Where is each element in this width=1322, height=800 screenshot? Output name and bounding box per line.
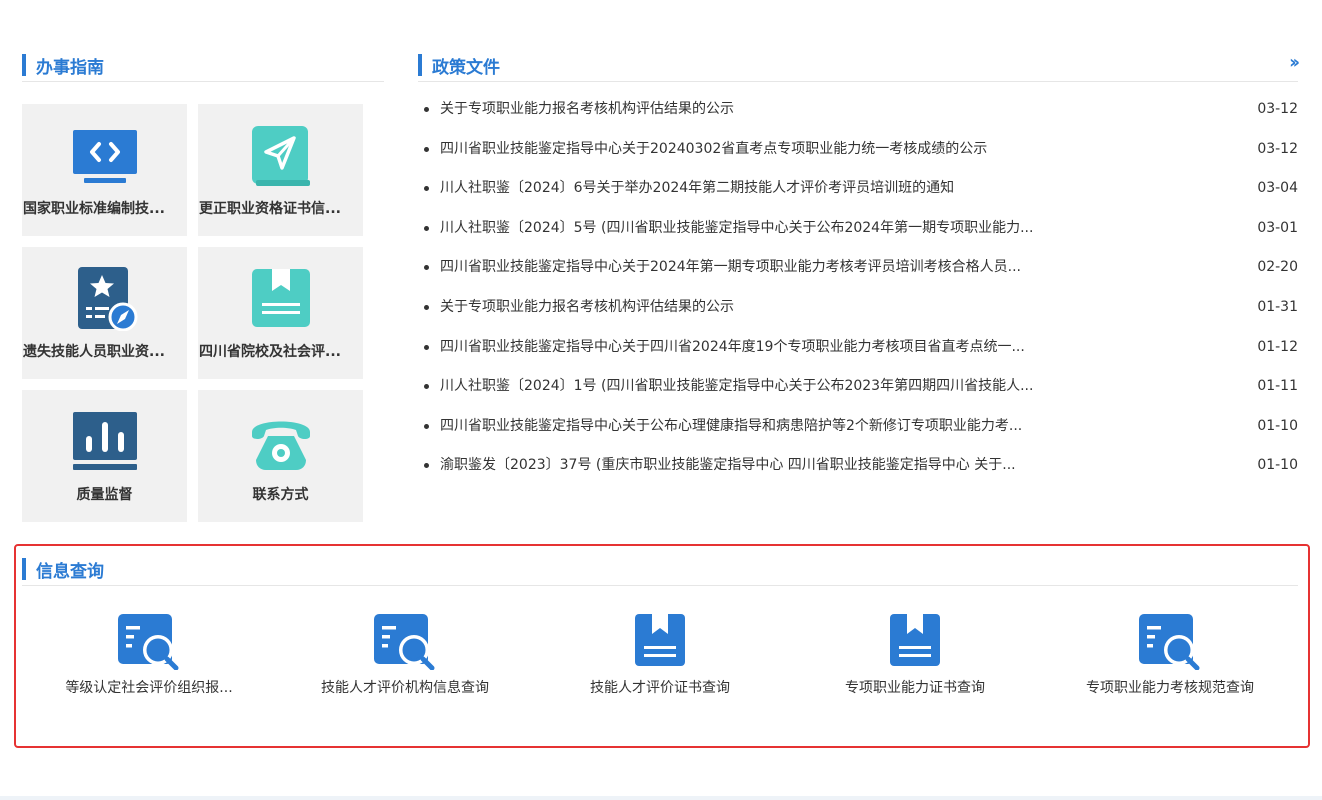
bullet-icon xyxy=(424,225,429,231)
bullet-icon xyxy=(424,107,429,112)
query-item-institution-info[interactable]: 技能人才评价机构信息查询 xyxy=(278,610,532,710)
bookmark-book-icon xyxy=(890,614,940,666)
policy-item-title[interactable]: 川人社职鉴〔2024〕5号 (四川省职业技能鉴定指导中心关于公布2024年第一期… xyxy=(440,209,1090,249)
guide-tile-institutions[interactable]: 四川省院校及社会评... xyxy=(198,247,363,379)
policy-item-date: 03-01 xyxy=(1257,219,1298,236)
policy-list-item[interactable]: 渝职鉴发〔2023〕37号 (重庆市职业技能鉴定指导中心 四川省职业技能鉴定指导… xyxy=(422,446,1300,486)
telephone-icon xyxy=(251,421,310,470)
policy-list-item[interactable]: 四川省职业技能鉴定指导中心关于四川省2024年度19个专项职业能力考核项目省直考… xyxy=(422,328,1300,368)
policy-list-item[interactable]: 四川省职业技能鉴定指导中心关于公布心理健康指导和病患陪护等2个新修订专项职业能力… xyxy=(422,407,1300,447)
title-accent-bar xyxy=(418,54,422,76)
query-item-evaluation-certificate[interactable]: 技能人才评价证书查询 xyxy=(533,610,787,710)
policy-item-date: 01-12 xyxy=(1257,338,1298,355)
tile-label: 四川省院校及社会评... xyxy=(199,344,341,360)
tile-label: 国家职业标准编制技... xyxy=(23,201,165,217)
query-item-label: 等级认定社会评价组织报... xyxy=(65,680,233,696)
bullet-icon xyxy=(424,304,429,310)
query-item-label: 专项职业能力证书查询 xyxy=(845,680,985,696)
document-search-icon xyxy=(1139,614,1200,670)
policy-item-title[interactable]: 四川省职业技能鉴定指导中心关于20240302省直考点专项职业能力统一考核成绩的… xyxy=(440,130,1090,170)
policy-section-title: 政策文件 ›› xyxy=(418,50,1300,82)
bar-chart-icon xyxy=(72,412,137,470)
guide-tile-lost-certificate[interactable]: 遗失技能人员职业资... xyxy=(22,247,187,379)
query-title: 信息查询 xyxy=(36,562,104,582)
policy-item-date: 03-04 xyxy=(1257,180,1298,197)
policy-item-title[interactable]: 关于专项职业能力报名考核机构评估结果的公示 xyxy=(440,90,1090,130)
bullet-icon xyxy=(424,423,429,429)
guide-tile-contact[interactable]: 联系方式 xyxy=(198,390,363,522)
policy-list-item[interactable]: 四川省职业技能鉴定指导中心关于2024年第一期专项职业能力考核考评员培训考核合格… xyxy=(422,248,1300,288)
query-item-assessment-spec[interactable]: 专项职业能力考核规范查询 xyxy=(1043,610,1297,710)
policy-list-item[interactable]: 关于专项职业能力报名考核机构评估结果的公示 03-12 xyxy=(422,90,1300,130)
bullet-icon xyxy=(424,384,429,390)
policy-list: 关于专项职业能力报名考核机构评估结果的公示 03-12 四川省职业技能鉴定指导中心… xyxy=(422,90,1300,486)
policy-item-date: 02-20 xyxy=(1257,259,1298,276)
policy-list-item[interactable]: 四川省职业技能鉴定指导中心关于20240302省直考点专项职业能力统一考核成绩的… xyxy=(422,130,1300,170)
guide-section-title: 办事指南 xyxy=(22,50,384,82)
guide-tile-quality[interactable]: 质量监督 xyxy=(22,390,187,522)
policy-item-date: 01-31 xyxy=(1257,298,1298,315)
tile-label: 更正职业资格证书信... xyxy=(199,201,341,217)
policy-item-title[interactable]: 四川省职业技能鉴定指导中心关于四川省2024年度19个专项职业能力考核项目省直考… xyxy=(440,328,1090,368)
query-item-label: 技能人才评价机构信息查询 xyxy=(321,680,489,696)
policy-item-title[interactable]: 川人社职鉴〔2024〕6号关于举办2024年第二期技能人才评价考评员培训班的通知 xyxy=(440,169,1090,209)
query-item-label: 专项职业能力考核规范查询 xyxy=(1086,680,1254,696)
guide-tile-correct-certificate[interactable]: 更正职业资格证书信... xyxy=(198,104,363,236)
policy-item-title[interactable]: 川人社职鉴〔2024〕1号 (四川省职业技能鉴定指导中心关于公布2023年第四期… xyxy=(440,367,1090,407)
policy-item-title[interactable]: 四川省职业技能鉴定指导中心关于2024年第一期专项职业能力考核考评员培训考核合格… xyxy=(440,248,1090,288)
paper-plane-book-icon xyxy=(251,126,310,186)
title-accent-bar xyxy=(22,558,26,580)
bullet-icon xyxy=(424,186,429,192)
query-item-label: 技能人才评价证书查询 xyxy=(590,680,730,696)
query-section-title: 信息查询 xyxy=(22,554,1298,586)
policy-list-item[interactable]: 川人社职鉴〔2024〕6号关于举办2024年第二期技能人才评价考评员培训班的通知… xyxy=(422,169,1300,209)
tile-label: 质量监督 xyxy=(76,487,133,503)
policy-list-item[interactable]: 川人社职鉴〔2024〕1号 (四川省职业技能鉴定指导中心关于公布2023年第四期… xyxy=(422,367,1300,407)
policy-item-date: 01-10 xyxy=(1257,457,1298,474)
bullet-icon xyxy=(424,146,429,152)
policy-item-date: 01-10 xyxy=(1257,417,1298,434)
bookmark-book-icon xyxy=(251,269,310,327)
guide-title: 办事指南 xyxy=(36,58,104,78)
policy-item-date: 03-12 xyxy=(1257,101,1298,117)
policy-list-item[interactable]: 关于专项职业能力报名考核机构评估结果的公示 01-31 xyxy=(422,288,1300,328)
policy-title: 政策文件 xyxy=(432,58,500,78)
policy-item-title[interactable]: 渝职鉴发〔2023〕37号 (重庆市职业技能鉴定指导中心 四川省职业技能鉴定指导… xyxy=(440,446,1090,486)
policy-item-date: 01-11 xyxy=(1257,378,1298,395)
tile-label: 遗失技能人员职业资... xyxy=(23,344,165,360)
code-monitor-icon xyxy=(72,130,137,183)
star-document-compass-icon xyxy=(77,267,137,331)
bookmark-book-icon xyxy=(635,614,685,666)
policy-item-date: 03-12 xyxy=(1257,140,1298,157)
title-accent-bar xyxy=(22,54,26,76)
guide-tile-standard[interactable]: 国家职业标准编制技... xyxy=(22,104,187,236)
query-item-special-certificate[interactable]: 专项职业能力证书查询 xyxy=(788,610,1042,710)
double-chevron-right-icon[interactable]: ›› xyxy=(1289,52,1300,73)
bullet-icon xyxy=(424,344,429,350)
document-search-icon xyxy=(374,614,435,670)
bullet-icon xyxy=(424,463,429,469)
footer-divider xyxy=(0,796,1322,800)
bullet-icon xyxy=(424,265,429,271)
policy-item-title[interactable]: 关于专项职业能力报名考核机构评估结果的公示 xyxy=(440,288,1090,328)
document-search-icon xyxy=(118,614,179,670)
policy-item-title[interactable]: 四川省职业技能鉴定指导中心关于公布心理健康指导和病患陪护等2个新修订专项职业能力… xyxy=(440,407,1090,447)
tile-label: 联系方式 xyxy=(252,487,309,503)
query-item-org-report[interactable]: 等级认定社会评价组织报... xyxy=(22,610,276,710)
policy-list-item[interactable]: 川人社职鉴〔2024〕5号 (四川省职业技能鉴定指导中心关于公布2024年第一期… xyxy=(422,209,1300,249)
